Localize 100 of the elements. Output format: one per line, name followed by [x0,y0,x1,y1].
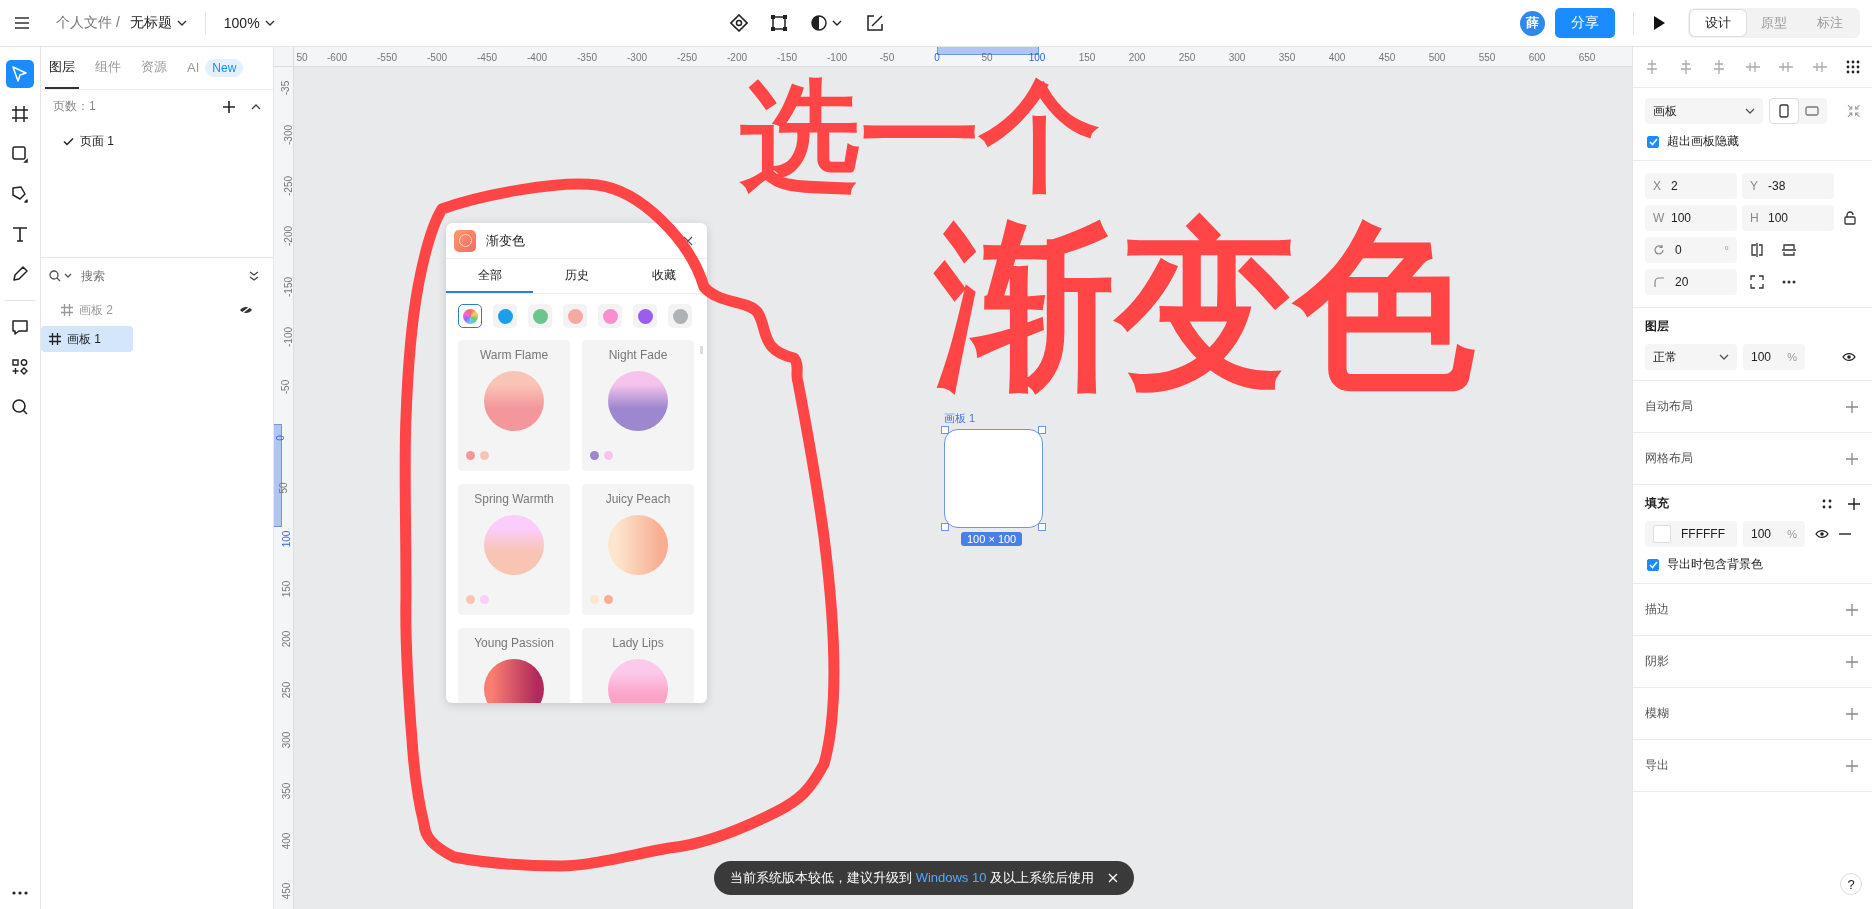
close-icon[interactable] [683,235,693,246]
blend-mode-dropdown[interactable]: 正常 [1645,344,1737,370]
ruler-label: 50 [981,52,993,63]
menu-icon[interactable] [14,16,30,30]
collapse-icon[interactable] [251,103,261,110]
board[interactable] [944,429,1043,528]
frame-type-dropdown[interactable]: 画板 [1645,98,1763,124]
ruler-label: 200 [1128,52,1146,63]
color-filter[interactable] [458,304,482,328]
opacity-field[interactable]: 100 % [1743,344,1805,370]
ruler-label: 450 [1378,52,1396,63]
color-filter[interactable] [668,304,692,328]
file-path[interactable]: 个人文件 / [56,14,120,32]
color-filter[interactable] [563,304,587,328]
eye-icon[interactable] [1842,352,1856,362]
pencil-icon [11,265,29,283]
ruler-label: 250 [280,681,292,699]
orientation-button[interactable] [1769,99,1798,123]
expand-all-icon[interactable] [249,271,259,281]
frame-select-icon[interactable] [770,14,788,32]
export-background-checkbox[interactable]: 导出时包含背景色 [1645,556,1860,573]
plugin-title: 渐变色 [486,231,526,250]
ruler-label: 500 [1428,52,1446,63]
more-icon[interactable] [12,891,28,895]
add-icon[interactable] [223,100,235,113]
plugin-tab[interactable]: 收藏 [620,259,707,293]
page-count: 页数：1 [53,98,97,115]
help-button[interactable]: ? [1840,873,1862,895]
layer-item[interactable]: 画板 1 [41,326,133,352]
ruler-label: -250 [677,52,697,63]
comment-icon [11,318,29,336]
ruler-label: -400 [527,52,547,63]
eye-off-icon[interactable] [239,305,253,315]
check-icon [1648,560,1658,569]
styles-icon[interactable] [1822,498,1832,509]
lock-icon[interactable] [1843,211,1856,225]
check-icon [63,137,74,146]
geometry-field[interactable]: Y -38 [1742,173,1834,199]
corners-icon[interactable] [1750,275,1764,289]
user-avatar[interactable]: 薛 [1520,10,1545,36]
color-filter[interactable] [598,304,622,328]
ruler-label: -100 [827,52,847,63]
color-filter[interactable] [633,304,657,328]
panel-tab[interactable]: 图层 [45,47,79,89]
board-label[interactable]: 画板 1 [944,411,976,426]
flip-horizontal-icon[interactable] [1750,243,1764,257]
gradient-card[interactable]: Young Passion [458,628,570,703]
gradient-card[interactable]: Night Fade [582,340,694,471]
geometry-field[interactable]: 20 [1645,269,1737,295]
ruler-label: -450 [477,52,497,63]
section-title: 自动布局 [1645,398,1693,415]
add-icon[interactable] [1848,497,1860,510]
color-filter[interactable] [493,304,517,328]
gradient-card[interactable]: Juicy Peach [582,484,694,615]
grid-dots-icon[interactable] [1846,60,1860,74]
upgrade-link[interactable]: Windows 10 [915,870,987,885]
layer-search-field[interactable]: 搜索 [79,268,243,284]
flip-vertical-icon[interactable] [1782,243,1796,257]
geometry-field[interactable]: W 100 [1645,205,1737,231]
more-icon[interactable] [1782,280,1796,284]
fill-color-field[interactable]: FFFFFF [1645,521,1737,547]
geometry-field[interactable]: 0 ° [1645,237,1737,263]
geometry-field[interactable]: H 100 [1742,205,1834,231]
eye-icon[interactable] [1815,529,1829,539]
ruler-label: 650 [1578,52,1596,63]
ruler-label: -200 [727,52,747,63]
contrast-dropdown-icon[interactable] [810,14,844,32]
edit-icon[interactable] [866,14,884,32]
ruler-label: -35 [279,80,291,96]
gradient-card[interactable]: Warm Flame [458,340,570,471]
ruler-label: 350 [1278,52,1296,63]
ruler-label: 150 [1078,52,1096,63]
gradient-name: Young Passion [474,636,554,650]
gradient-card[interactable]: Lady Lips [582,628,694,703]
color-filter[interactable] [528,304,552,328]
mode-tab[interactable]: 设计 [1690,10,1746,36]
ruler-label: -300 [627,52,647,63]
search-icon[interactable] [49,270,73,282]
gradient-card[interactable]: Spring Warmth [458,484,570,615]
check-icon [1648,137,1658,146]
zoom-dropdown[interactable]: 100% [223,15,275,31]
plugin-tab[interactable]: 全部 [446,259,533,293]
component-icon[interactable] [730,14,748,32]
gradient-name: Juicy Peach [605,492,671,506]
shrink-icon[interactable] [1846,104,1860,118]
ruler-label: -50 [279,380,291,395]
new-badge: New [205,59,244,77]
clip-content-checkbox[interactable]: 超出画板隐藏 [1645,133,1860,150]
geometry-field[interactable]: X 2 [1645,173,1737,199]
ruler-label: 50 [296,52,308,63]
plugin-tab[interactable]: 历史 [533,259,620,293]
opacity-field[interactable]: 100 % [1743,521,1805,547]
page-item[interactable]: 页面 1 [63,133,261,150]
play-icon[interactable] [1652,15,1666,31]
ruler-label: -150 [777,52,797,63]
caret-icon [264,20,275,26]
ruler-label: 300 [1228,52,1246,63]
rotate-icon [1653,244,1665,256]
file-name-dropdown[interactable]: 无标题 [129,14,187,32]
ruler-label: 100 [1028,52,1046,63]
